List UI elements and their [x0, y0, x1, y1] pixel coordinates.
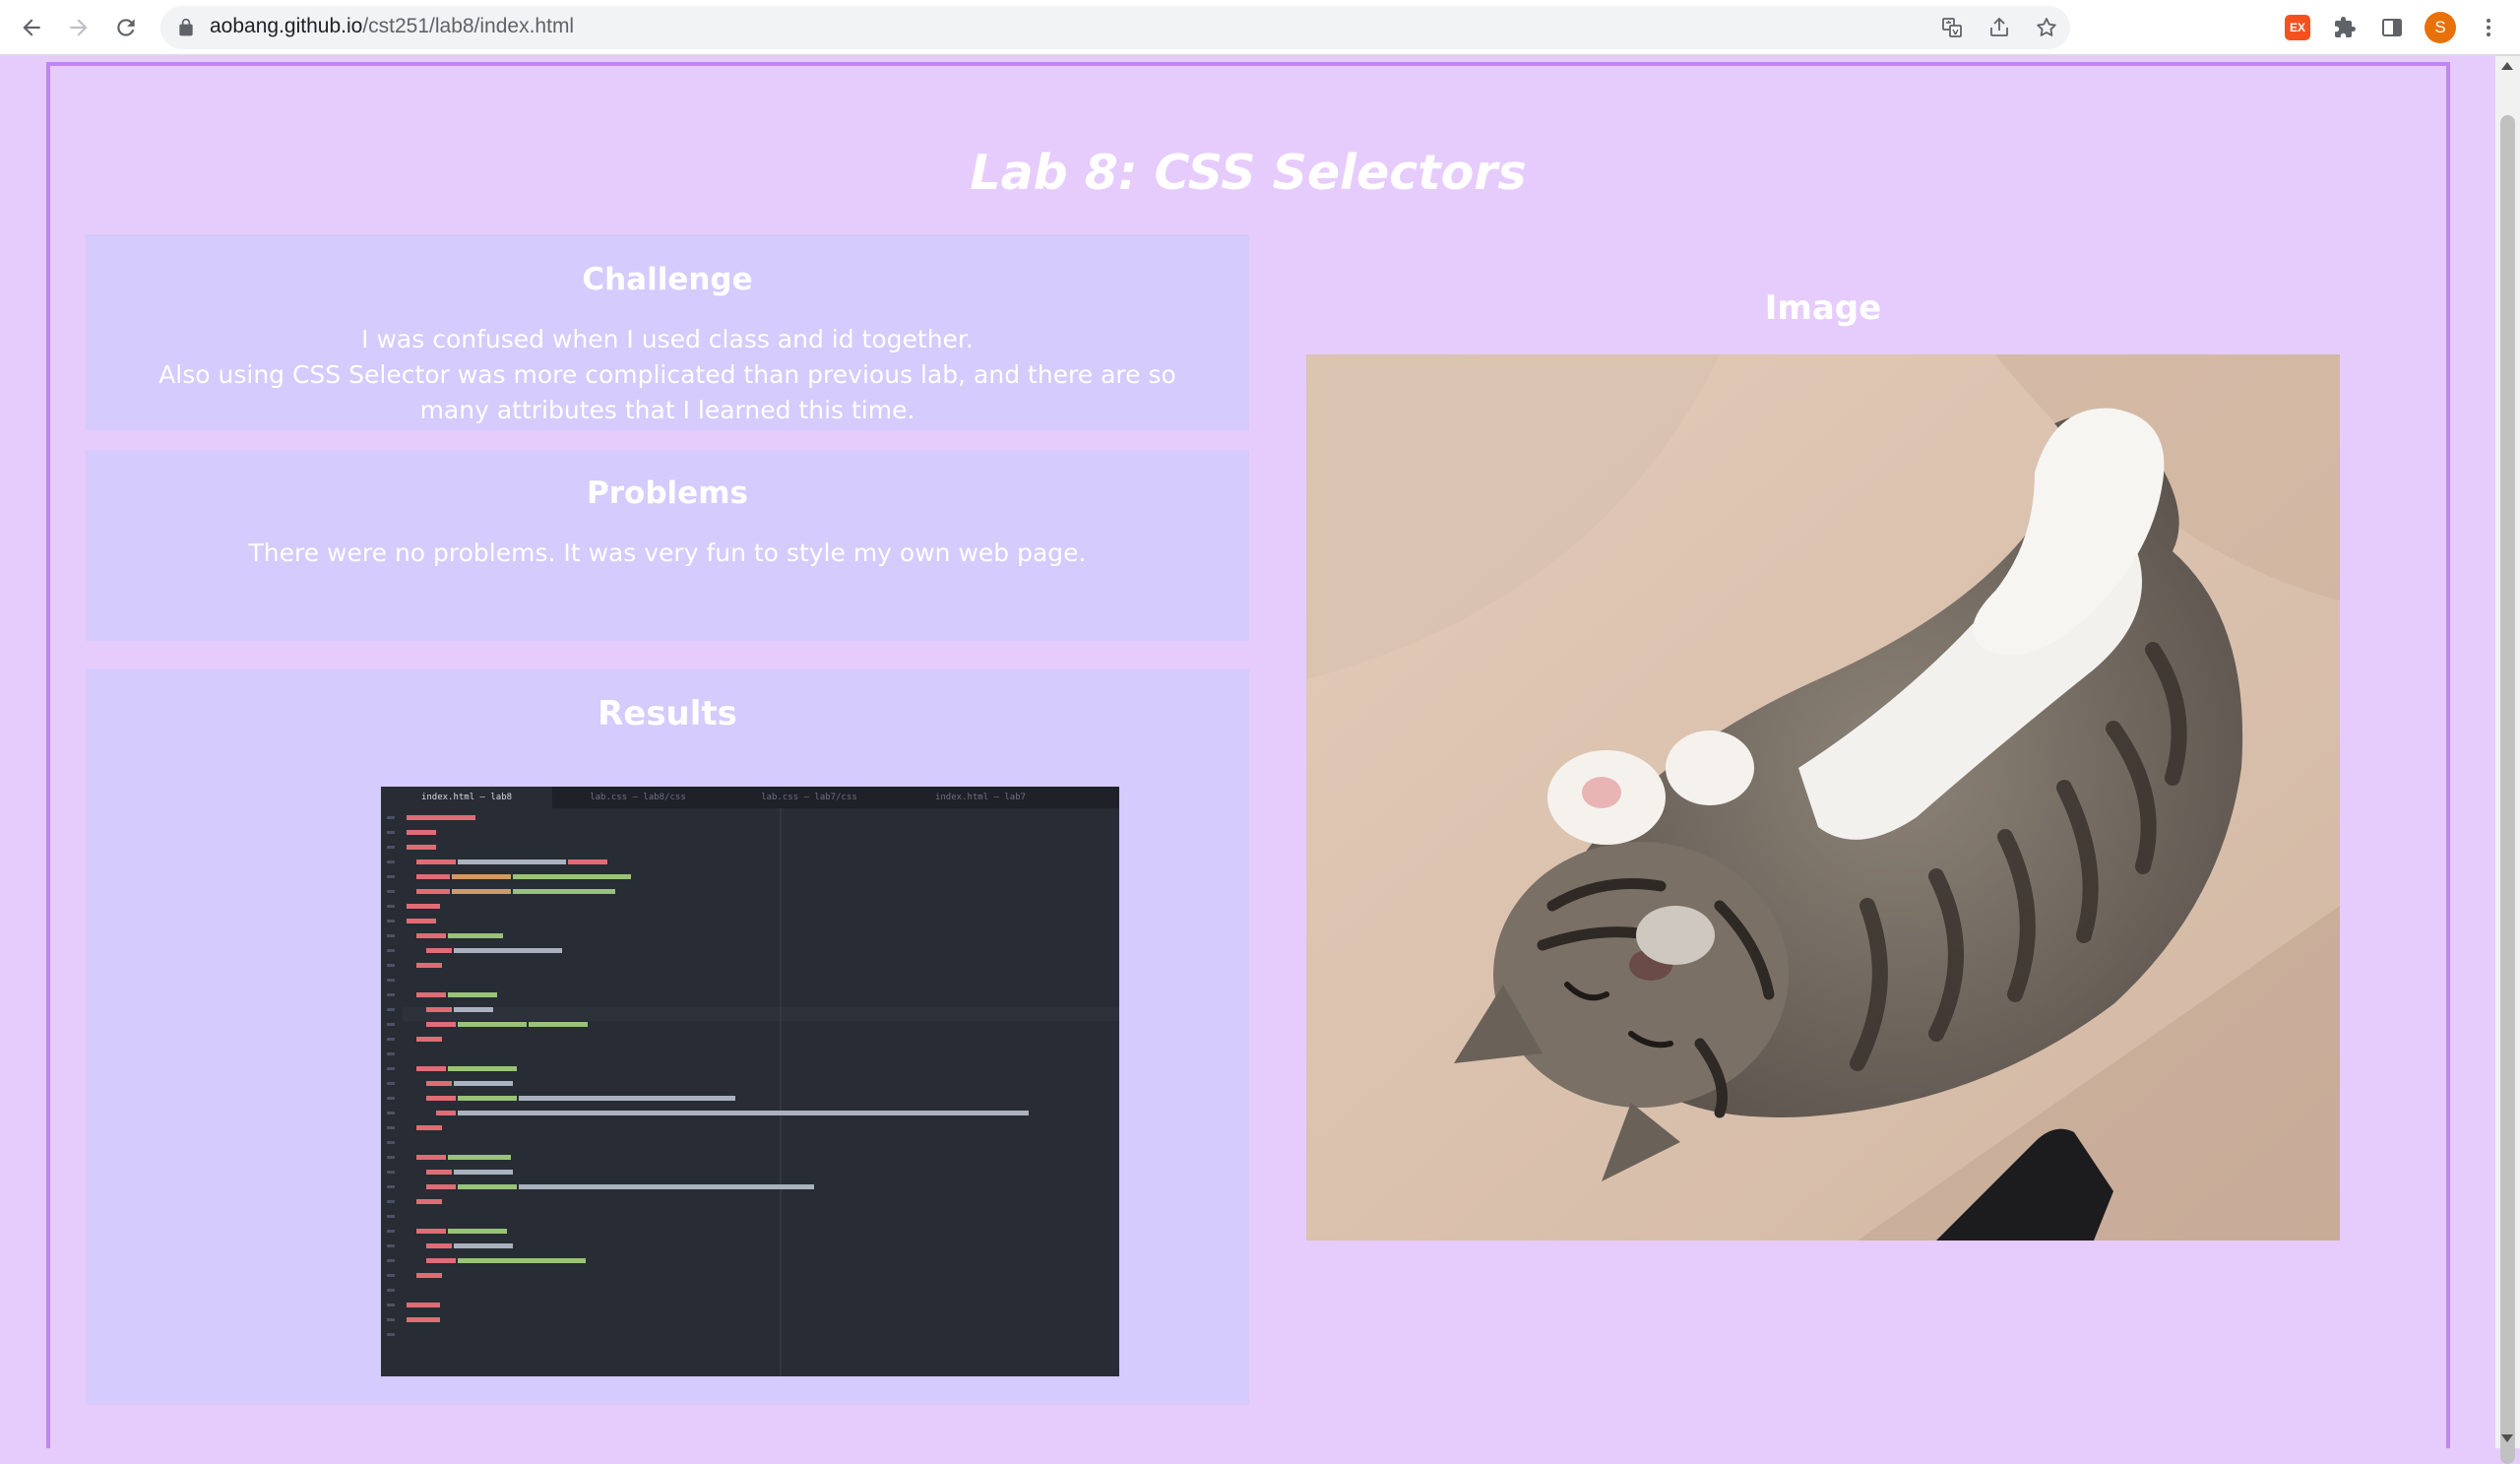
challenge-heading: Challenge	[582, 262, 753, 297]
scroll-down-arrow-icon[interactable]	[2501, 1434, 2513, 1442]
side-panel-icon	[2382, 19, 2402, 36]
scroll-up-arrow-icon[interactable]	[2501, 62, 2513, 70]
forward-arrow-icon	[70, 19, 88, 36]
back-arrow-icon	[23, 19, 40, 36]
browser-toolbar: aobang.github.io/cst251/lab8/index.html …	[0, 0, 2520, 55]
problems-card: Problems There were no problems. It was …	[86, 450, 1249, 641]
reload-button[interactable]	[108, 10, 144, 45]
page-title: Lab 8: CSS Selectors	[970, 145, 1527, 201]
forward-button[interactable]	[61, 10, 96, 45]
kitten-photo	[1306, 354, 2340, 1241]
share-button[interactable]	[1976, 6, 2023, 49]
scrollbar-thumb[interactable]	[2500, 115, 2515, 1464]
extensions-button[interactable]	[2321, 6, 2368, 49]
results-heading: Results	[598, 694, 737, 733]
url-host: aobang.github.io	[210, 15, 363, 37]
url-text: aobang.github.io/cst251/lab8/index.html	[210, 15, 574, 38]
address-bar[interactable]: aobang.github.io/cst251/lab8/index.html	[160, 6, 2070, 49]
url-path: /cst251/lab8/index.html	[362, 15, 575, 37]
reload-icon	[117, 19, 135, 36]
puzzle-icon	[2335, 17, 2356, 37]
challenge-line-2: Also using CSS Selector was more complic…	[158, 360, 1176, 424]
challenge-text: I was confused when I used class and id …	[125, 322, 1210, 428]
translate-icon	[1942, 18, 1962, 37]
results-screenshot: index.html — lab8 lab.css — lab8/css lab…	[381, 787, 1119, 1376]
back-button[interactable]	[14, 10, 49, 45]
kebab-menu-icon	[2487, 19, 2490, 36]
results-card: Results index.html — lab8 lab.css — lab8…	[86, 668, 1249, 1405]
problems-text: There were no problems. It was very fun …	[248, 539, 1087, 567]
page-scrollbar[interactable]	[2495, 56, 2520, 1464]
lock-icon	[179, 18, 193, 36]
bookmark-button[interactable]	[2023, 6, 2070, 49]
image-heading: Image	[1764, 288, 1882, 328]
challenge-line-1: I was confused when I used class and id …	[361, 325, 974, 353]
menu-button[interactable]	[2465, 6, 2512, 49]
challenge-card: Challenge I was confused when I used cla…	[86, 234, 1249, 430]
translate-button[interactable]	[1928, 6, 1976, 49]
profile-avatar[interactable]: S	[2425, 12, 2456, 43]
editor-code-lines	[387, 808, 1119, 1376]
share-icon	[1990, 17, 2008, 36]
side-panel-button[interactable]	[2368, 6, 2416, 49]
star-icon	[2037, 18, 2056, 36]
problems-heading: Problems	[587, 476, 748, 511]
page-container: Lab 8: CSS Selectors Challenge I was con…	[46, 62, 2450, 1448]
extension-ex-icon[interactable]: EX	[2285, 15, 2310, 40]
image-section: Image	[1306, 288, 2340, 1241]
